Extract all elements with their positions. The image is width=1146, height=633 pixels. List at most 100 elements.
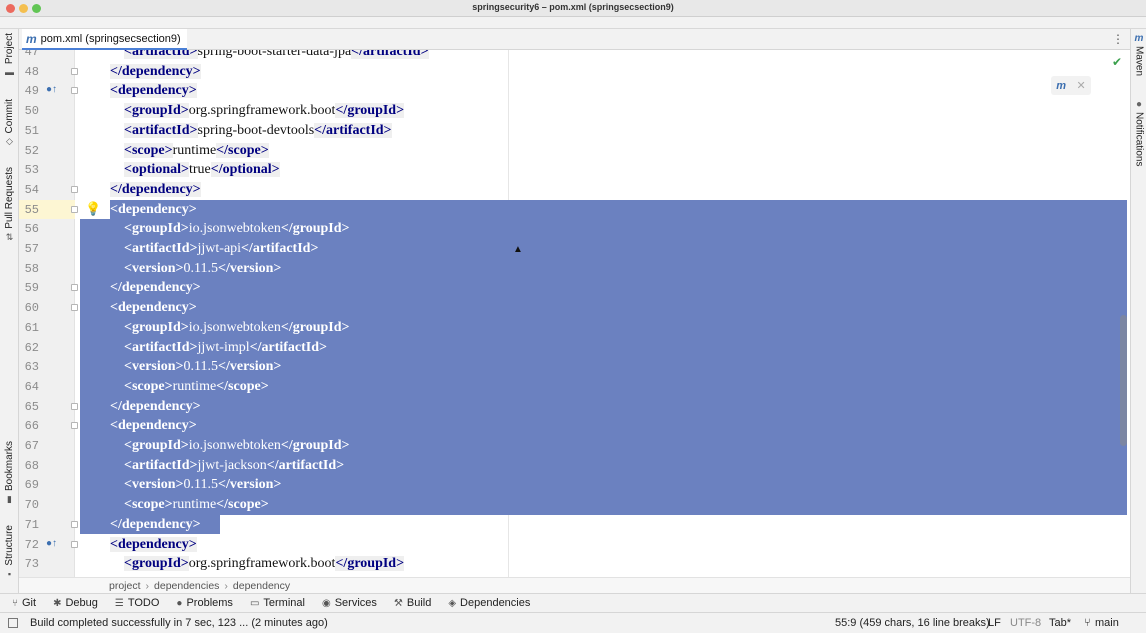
- code-line[interactable]: <dependency>: [76, 200, 1130, 220]
- gutter-line[interactable]: 62: [19, 338, 75, 358]
- gutter-line[interactable]: 48: [19, 62, 78, 82]
- code-line[interactable]: <optional>true</optional>: [76, 160, 1130, 180]
- gutter-line[interactable]: 57: [19, 239, 75, 259]
- gutter-line[interactable]: 67: [19, 436, 75, 456]
- gutter-line[interactable]: 53: [19, 160, 75, 180]
- notifications-tool-tab[interactable]: ● Notifications: [1132, 99, 1146, 166]
- code-line[interactable]: <version>0.11.5</version>: [76, 357, 1130, 377]
- tab-options-icon[interactable]: ⋮: [1112, 32, 1124, 46]
- terminal-tool-button[interactable]: ▭ Terminal: [250, 597, 305, 609]
- breadcrumb-project[interactable]: project: [109, 580, 141, 592]
- code-line[interactable]: <artifactId>spring-boot-starter-data-jpa…: [76, 50, 1130, 62]
- code-line[interactable]: <dependency>: [76, 416, 1130, 436]
- gutter-line[interactable]: 50: [19, 101, 75, 121]
- gutter-line[interactable]: 49 ●↑: [19, 81, 78, 101]
- gutter-line[interactable]: 56: [19, 219, 75, 239]
- window-title: springsecurity6 – pom.xml (springsecsect…: [472, 2, 674, 12]
- git-tool-button[interactable]: ⑂ Git: [12, 597, 36, 609]
- inspection-ok-icon[interactable]: ✔: [1112, 55, 1122, 69]
- line-separator[interactable]: LF: [988, 617, 1001, 629]
- gutter-line[interactable]: 66: [19, 416, 78, 436]
- pull-requests-tool-tab[interactable]: Pull Requests ⇅: [2, 167, 17, 242]
- xml-close-tag: </optional>: [210, 162, 280, 178]
- indent-setting[interactable]: Tab*: [1049, 617, 1071, 629]
- code-line[interactable]: <dependency>: [76, 298, 1130, 318]
- status-message[interactable]: Build completed successfully in 7 sec, 1…: [30, 617, 328, 629]
- code-line[interactable]: <groupId>org.springframework.boot</group…: [76, 101, 1130, 121]
- gutter-line[interactable]: 51: [19, 121, 75, 141]
- code-line[interactable]: <groupId>io.jsonwebtoken</groupId>: [76, 436, 1130, 456]
- code-line[interactable]: <artifactId>jjwt-impl</artifactId>: [76, 338, 1130, 358]
- close-icon[interactable]: ✕: [1077, 79, 1086, 92]
- gutter-line[interactable]: 71: [19, 515, 78, 535]
- code-line[interactable]: <dependency>: [76, 535, 1130, 555]
- editor-tab-pom[interactable]: m pom.xml (springsecsection9): [22, 29, 187, 50]
- code-line[interactable]: <scope>runtime</scope>: [76, 377, 1130, 397]
- todo-tool-button[interactable]: ☰ TODO: [115, 597, 160, 609]
- code-line[interactable]: <scope>runtime</scope>: [76, 495, 1130, 515]
- breadcrumb-dependencies[interactable]: dependencies: [154, 580, 219, 592]
- debug-tool-button[interactable]: ✱ Debug: [53, 597, 98, 609]
- gutter-line[interactable]: 60: [19, 298, 78, 318]
- line-number: 57: [24, 242, 39, 256]
- code-line[interactable]: <artifactId>jjwt-api</artifactId>: [76, 239, 1130, 259]
- maven-reload-icon[interactable]: m: [1056, 80, 1066, 92]
- gutter-line[interactable]: 63: [19, 357, 75, 377]
- dependency-gutter-icon[interactable]: ●↑: [46, 84, 57, 95]
- code-line[interactable]: <version>0.11.5</version>: [76, 259, 1130, 279]
- gutter-line[interactable]: 69: [19, 475, 75, 495]
- caret-position[interactable]: 55:9 (459 chars, 16 line breaks): [835, 617, 990, 629]
- branch-icon: ⑂: [1084, 617, 1091, 629]
- breadcrumb-dependency[interactable]: dependency: [233, 580, 290, 592]
- gutter-line[interactable]: 61: [19, 318, 75, 338]
- code-line[interactable]: <dependency>: [76, 81, 1130, 101]
- commit-tool-tab[interactable]: Commit ◇: [2, 99, 17, 146]
- code-line[interactable]: </dependency>: [76, 278, 1130, 298]
- gutter-line[interactable]: 55 💡: [19, 199, 101, 220]
- code-line[interactable]: <groupId>org.springframework.boot</group…: [76, 554, 1130, 574]
- maven-reload-popup[interactable]: m ✕: [1051, 76, 1091, 95]
- gutter-line[interactable]: 64: [19, 377, 75, 397]
- gutter-line[interactable]: 70: [19, 495, 75, 515]
- gutter-line[interactable]: 73: [19, 554, 75, 574]
- xml-value: io.jsonwebtoken: [188, 319, 281, 335]
- gutter-line[interactable]: 52: [19, 141, 75, 161]
- maven-tool-tab[interactable]: m Maven: [1132, 33, 1146, 76]
- code-line[interactable]: </dependency>: [76, 515, 1130, 535]
- code-line[interactable]: <scope>runtime</scope>: [76, 141, 1130, 161]
- code-line[interactable]: <artifactId>jjwt-jackson</artifactId>: [76, 456, 1130, 476]
- gutter-line[interactable]: 59: [19, 278, 78, 298]
- xml-value: jjwt-api: [197, 241, 242, 256]
- project-tool-tab[interactable]: Project ▬: [2, 33, 17, 77]
- code-area[interactable]: <artifactId>spring-boot-starter-data-jpa…: [76, 50, 1130, 577]
- xml-close-tag: </groupId>: [280, 438, 350, 453]
- services-label: Services: [334, 597, 377, 609]
- gutter-line[interactable]: 68: [19, 456, 75, 476]
- gutter-line[interactable]: 58: [19, 259, 75, 279]
- code-editor[interactable]: 47 48 49 ●↑ 50 51 52 53 54 55 💡 56 57 58 59 60 61 62 63 64 6…: [19, 50, 1130, 577]
- structure-tool-tab[interactable]: Structure ▪: [2, 525, 17, 579]
- code-line[interactable]: </dependency>: [76, 180, 1130, 200]
- gutter-line[interactable]: 72 ●↑: [19, 535, 78, 555]
- git-branch[interactable]: main: [1095, 617, 1119, 629]
- code-line[interactable]: </dependency>: [76, 62, 1130, 82]
- vertical-scrollbar-thumb[interactable]: [1120, 315, 1127, 446]
- code-line[interactable]: <artifactId>spring-boot-devtools</artifa…: [76, 121, 1130, 141]
- status-window-icon[interactable]: [8, 618, 18, 628]
- gutter-line[interactable]: 65: [19, 397, 78, 417]
- code-line[interactable]: </dependency>: [76, 397, 1130, 417]
- xml-open-tag: <version>: [124, 260, 184, 276]
- code-line[interactable]: <groupId>io.jsonwebtoken</groupId>: [76, 219, 1130, 239]
- file-encoding[interactable]: UTF-8: [1010, 617, 1041, 629]
- gutter-line[interactable]: 47: [19, 50, 75, 62]
- dependency-gutter-icon[interactable]: ●↑: [46, 538, 57, 549]
- bookmarks-tool-tab[interactable]: Bookmarks ▮: [2, 441, 17, 504]
- dependencies-tool-button[interactable]: ◈ Dependencies: [448, 597, 530, 609]
- gutter-line[interactable]: 54: [19, 180, 78, 200]
- services-tool-button[interactable]: ◉ Services: [322, 597, 377, 609]
- line-number: 51: [24, 123, 39, 138]
- build-tool-button[interactable]: ⚒ Build: [394, 597, 431, 609]
- code-line[interactable]: <version>0.11.5</version>: [76, 475, 1130, 495]
- problems-tool-button[interactable]: ● Problems: [176, 597, 233, 609]
- code-line[interactable]: <groupId>io.jsonwebtoken</groupId>: [76, 318, 1130, 338]
